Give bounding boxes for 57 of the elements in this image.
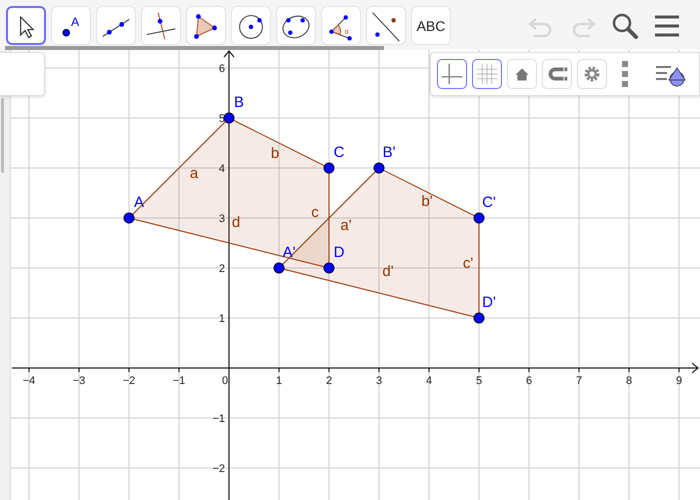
segment-label: c' [462, 255, 474, 272]
search-icon [610, 11, 640, 41]
point-label: D [334, 244, 344, 261]
point-label: C [334, 144, 344, 161]
tick-label: −3 [72, 375, 86, 387]
text-tool-button[interactable]: ABC [411, 6, 451, 45]
point-label: A [134, 194, 144, 211]
magnet-button[interactable] [542, 59, 572, 89]
perpendicular-tool-button[interactable] [141, 6, 181, 45]
tick-label: 8 [626, 375, 632, 387]
tick-label: 6 [526, 375, 532, 387]
segment-label: a [190, 165, 198, 182]
tick-label: 4 [426, 375, 432, 387]
tick-label: −2 [122, 375, 136, 387]
tick-label: 9 [676, 375, 682, 387]
tick-label: 0 [222, 375, 228, 387]
tick-label: 6 [218, 63, 225, 75]
tick-label: −2 [212, 463, 225, 475]
segment-label: b [270, 145, 280, 162]
quadrilaterals-drawing[interactable] [124, 112, 484, 324]
conic-tool-button[interactable] [276, 6, 316, 45]
tick-label: 1 [218, 313, 225, 325]
scrollbar[interactable] [1, 98, 4, 173]
vertical-dots-icon [620, 59, 630, 89]
segment-label: d [232, 214, 240, 231]
point-label: B' [382, 144, 396, 161]
segment-label: b' [421, 193, 433, 210]
home-button[interactable] [507, 59, 537, 89]
tick-label: 5 [476, 375, 482, 387]
tick-label: −1 [212, 413, 225, 425]
search-button[interactable] [610, 11, 640, 41]
point-label: C' [482, 194, 496, 211]
point-tool-button[interactable]: A [51, 6, 91, 45]
move-tool-button[interactable] [6, 6, 46, 45]
tick-label: 2 [326, 375, 332, 387]
segment-label: d' [382, 263, 394, 280]
tick-label: 1 [276, 375, 282, 387]
line-tool-button[interactable] [96, 6, 136, 45]
tick-label: 4 [218, 163, 225, 175]
point-label: B [234, 94, 244, 111]
polygon-tool-button[interactable] [186, 6, 226, 45]
tick-label: −4 [22, 375, 36, 387]
reflect-tool-button[interactable] [366, 6, 406, 45]
tick-label: 7 [576, 375, 582, 387]
tick-label: 3 [376, 375, 382, 387]
settings-button[interactable] [577, 59, 607, 89]
scrollbar[interactable] [5, 46, 384, 50]
segment-label: a' [340, 217, 352, 234]
tick-label: −1 [172, 375, 186, 387]
more-options-button[interactable] [620, 59, 630, 89]
axes-toggle-button[interactable] [437, 59, 467, 89]
tick-label: 3 [218, 213, 225, 225]
segment-label: c [311, 204, 319, 221]
point-label: D' [482, 294, 496, 311]
tick-label: 2 [218, 263, 225, 275]
circle-tool-button[interactable] [231, 6, 271, 45]
grid-toggle-button[interactable] [472, 59, 502, 89]
